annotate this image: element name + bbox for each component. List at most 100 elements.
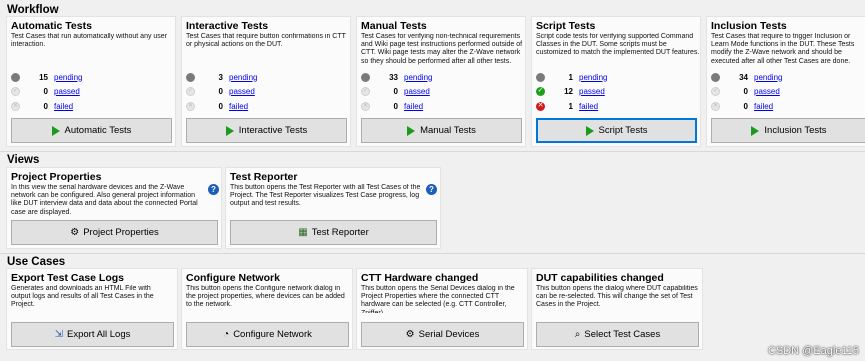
magnifier-icon: ⌕ (574, 328, 581, 340)
passed-link[interactable]: passed (754, 87, 780, 96)
check-icon: ✓ (536, 86, 545, 96)
failed-count: 0 (393, 101, 398, 111)
pending-count: 1 (568, 72, 573, 82)
test-reporter-button[interactable]: ▦ Test Reporter (230, 220, 437, 245)
card-inclusion-tests: Inclusion Tests Test Cases that require … (706, 16, 865, 147)
failed-count: 0 (743, 101, 748, 111)
card-dut-capabilities-changed: DUT capabilities changed This button ope… (531, 268, 703, 350)
card-ctt-hardware-changed: CTT Hardware changed This button opens t… (356, 268, 528, 350)
pending-link[interactable]: pending (229, 73, 257, 82)
help-icon[interactable]: ? (426, 184, 437, 195)
inclusion-tests-button[interactable]: Inclusion Tests (711, 118, 865, 143)
passed-status-icon: ✓ (186, 86, 195, 96)
card-title: Configure Network (186, 272, 280, 284)
passed-link[interactable]: passed (579, 87, 605, 96)
stat-failed: ✕ 0 failed (186, 100, 248, 112)
failed-count: 0 (218, 101, 223, 111)
card-title: Project Properties (11, 171, 102, 183)
button-label: Test Reporter (311, 227, 369, 238)
stat-failed: ✕ 0 failed (711, 100, 773, 112)
failed-status-icon: ✕ (361, 101, 370, 111)
passed-status-icon: ✓ (361, 86, 370, 96)
failed-status-icon: ✕ (711, 101, 720, 111)
stat-passed: ✓ 12 passed (536, 85, 605, 97)
failed-count: 1 (568, 101, 573, 111)
card-description: Test Cases that run automatically withou… (11, 33, 168, 49)
serial-devices-button[interactable]: ⚙ Serial Devices (361, 322, 524, 347)
pending-count: 33 (389, 72, 398, 82)
pending-status-icon (361, 72, 370, 82)
stat-failed: ✕ 1 failed (536, 100, 598, 112)
card-automatic-tests: Automatic Tests Test Cases that run auto… (6, 16, 176, 147)
project-properties-button[interactable]: ⚙ Project Properties (11, 220, 218, 245)
card-title: Script Tests (536, 20, 596, 32)
script-tests-button[interactable]: Script Tests (536, 118, 697, 143)
card-interactive-tests: Interactive Tests Test Cases that requir… (181, 16, 351, 147)
card-title: Export Test Case Logs (11, 272, 124, 284)
passed-count: 12 (564, 86, 573, 96)
card-title: DUT capabilities changed (536, 272, 664, 284)
passed-status-icon: ✓ (11, 86, 20, 96)
stat-failed: ✕ 0 failed (361, 100, 423, 112)
configure-network-button[interactable]: ◔ Configure Network (186, 322, 349, 347)
failed-count: 0 (43, 101, 48, 111)
card-description: Script code tests for verifying supporte… (536, 33, 700, 57)
divider (0, 253, 865, 254)
card-title: CTT Hardware changed (361, 272, 479, 284)
stat-pending: 3 pending (186, 71, 257, 83)
stat-passed: ✓ 0 passed (711, 85, 780, 97)
pending-count: 15 (39, 72, 48, 82)
divider (0, 151, 865, 152)
automatic-tests-button[interactable]: Automatic Tests (11, 118, 172, 143)
interactive-tests-button[interactable]: Interactive Tests (186, 118, 347, 143)
ctt-project-dashboard: Workflow Automatic Tests Test Cases that… (0, 0, 865, 361)
card-description: Generates and downloads an HTML File wit… (11, 285, 154, 309)
pending-link[interactable]: pending (579, 73, 607, 82)
network-icon: ◔ (223, 328, 230, 340)
select-test-cases-button[interactable]: ⌕ Select Test Cases (536, 322, 699, 347)
pending-status-icon (186, 72, 195, 82)
passed-link[interactable]: passed (54, 87, 80, 96)
play-icon (585, 125, 594, 136)
workflow-heading: Workflow (7, 4, 59, 16)
pending-link[interactable]: pending (54, 73, 82, 82)
card-description: Test Cases that require button confirmat… (186, 33, 346, 49)
passed-link[interactable]: passed (229, 87, 255, 96)
card-script-tests: Script Tests Script code tests for verif… (531, 16, 701, 147)
card-project-properties: Project Properties In this view the seri… (6, 167, 222, 249)
stat-pending: 34 pending (711, 71, 782, 83)
failed-link[interactable]: failed (229, 102, 248, 111)
help-icon[interactable]: ? (208, 184, 219, 195)
button-label: Manual Tests (420, 125, 476, 136)
pending-link[interactable]: pending (404, 73, 432, 82)
failed-link[interactable]: failed (404, 102, 423, 111)
export-icon: ⇲ (54, 328, 63, 340)
failed-link[interactable]: failed (754, 102, 773, 111)
button-label: Script Tests (598, 125, 648, 136)
watermark: CSDN @Eagle115 (767, 345, 859, 357)
card-export-logs: Export Test Case Logs Generates and down… (6, 268, 178, 350)
error-icon: ✕ (536, 101, 545, 111)
stat-failed: ✕ 0 failed (11, 100, 73, 112)
pending-status-icon (711, 72, 720, 82)
card-description: Test Cases for verifying non-technical r… (361, 33, 523, 65)
stat-pending: 1 pending (536, 71, 607, 83)
stat-pending: 33 pending (361, 71, 432, 83)
pending-link[interactable]: pending (754, 73, 782, 82)
card-configure-network: Configure Network This button opens the … (181, 268, 353, 350)
play-icon (751, 125, 760, 136)
passed-link[interactable]: passed (404, 87, 430, 96)
card-title: Manual Tests (361, 20, 427, 32)
card-title: Interactive Tests (186, 20, 269, 32)
export-all-logs-button[interactable]: ⇲ Export All Logs (11, 322, 174, 347)
passed-count: 0 (393, 86, 398, 96)
card-manual-tests: Manual Tests Test Cases for verifying no… (356, 16, 526, 147)
failed-link[interactable]: failed (579, 102, 598, 111)
card-title: Automatic Tests (11, 20, 92, 32)
failed-link[interactable]: failed (54, 102, 73, 111)
manual-tests-button[interactable]: Manual Tests (361, 118, 522, 143)
stat-passed: ✓ 0 passed (186, 85, 255, 97)
use-cases-heading: Use Cases (7, 256, 66, 268)
gears-icon: ⚙ (405, 328, 415, 340)
card-description: This button opens the Configure network … (186, 285, 345, 309)
